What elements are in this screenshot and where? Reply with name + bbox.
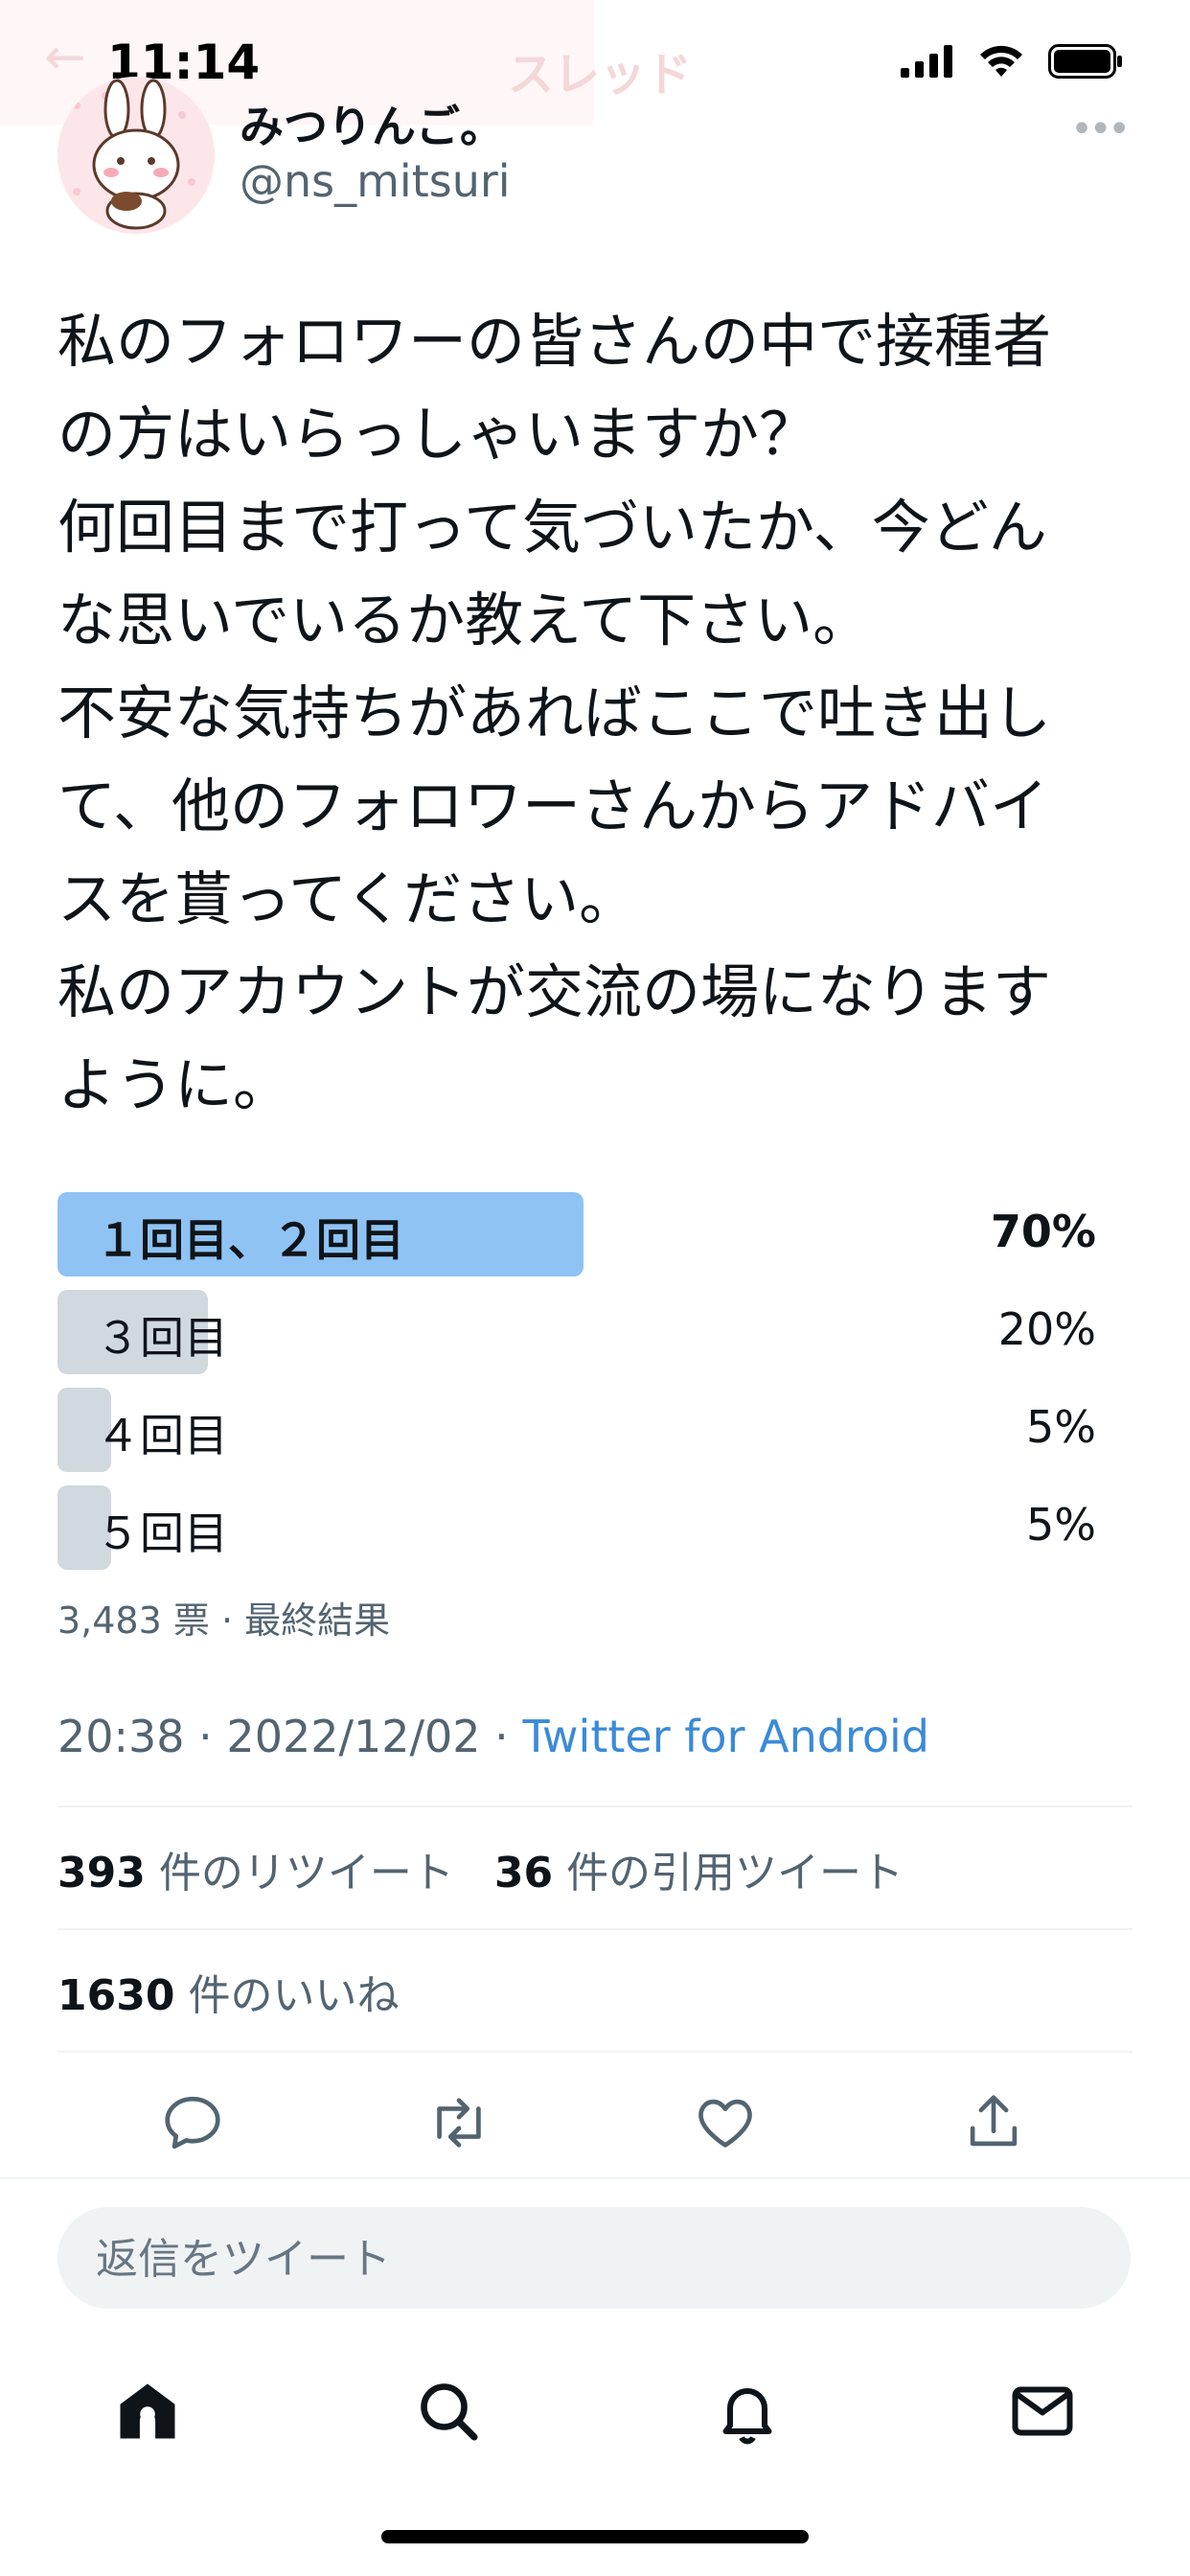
poll-option-label: ５回目 xyxy=(96,1507,228,1559)
quotes-label: 件の引用ツイート xyxy=(566,1849,904,1898)
poll-option-label: １回目、２回目 xyxy=(96,1214,404,1266)
back-arrow-icon[interactable]: ← xyxy=(44,29,86,86)
notifications-bell-icon[interactable] xyxy=(713,2377,782,2446)
bottom-tab-bar xyxy=(0,2358,1190,2463)
poll-results-meta: 3,483 票 · 最終結果 xyxy=(57,1599,391,1642)
divider xyxy=(57,1928,1133,1930)
retweets-stat[interactable]: 393 件のリツイート xyxy=(57,1849,454,1898)
timestamp-date: 20:38 · 2022/12/02 · xyxy=(57,1711,523,1762)
likes-label: 件のいいね xyxy=(188,1971,400,2020)
tweet-timestamp: 20:38 · 2022/12/02 · Twitter for Android xyxy=(57,1711,929,1762)
poll-option-percent: 70% xyxy=(990,1206,1096,1257)
search-icon[interactable] xyxy=(414,2377,483,2446)
divider xyxy=(57,1806,1133,1807)
cellular-signal-icon xyxy=(901,45,952,78)
retweets-label: 件のリツイート xyxy=(158,1849,454,1898)
divider xyxy=(57,2051,1133,2053)
reply-composer[interactable] xyxy=(57,2207,1131,2311)
poll-option: ３回目 20% xyxy=(57,1290,1096,1374)
divider xyxy=(0,2177,1190,2179)
poll-option-label: ３回目 xyxy=(96,1312,228,1364)
poll-option: ５回目 5% xyxy=(57,1485,1096,1570)
tweet-action-bar xyxy=(0,2070,1190,2166)
faded-header-title: スレッド xyxy=(508,48,693,102)
poll-option: ４回目 5% xyxy=(57,1388,1096,1472)
bunny-avatar-icon xyxy=(57,77,215,234)
likes-count: 1630 xyxy=(57,1971,175,2020)
wifi-icon xyxy=(980,45,1022,77)
home-icon[interactable] xyxy=(113,2377,182,2446)
source-link[interactable]: Twitter for Android xyxy=(522,1711,929,1762)
reply-icon[interactable] xyxy=(159,2089,226,2156)
retweet-icon[interactable] xyxy=(425,2089,492,2156)
reply-input[interactable] xyxy=(94,2207,1056,2311)
avatar[interactable] xyxy=(57,77,215,234)
author-handle[interactable]: @ns_mitsuri xyxy=(240,155,511,207)
likes-stat[interactable]: 1630 件のいいね xyxy=(57,1961,399,2022)
share-icon[interactable] xyxy=(960,2089,1027,2156)
poll-option-percent: 5% xyxy=(1026,1401,1096,1453)
poll-option-percent: 5% xyxy=(1026,1499,1096,1551)
poll-option-percent: 20% xyxy=(997,1303,1096,1355)
quotes-stat[interactable]: 36 件の引用ツイート xyxy=(494,1849,904,1898)
poll: １回目、２回目 70% ３回目 20% ４回目 5% ５回目 5% xyxy=(57,1192,1096,1583)
poll-option: １回目、２回目 70% xyxy=(57,1192,1096,1276)
more-options-icon[interactable]: ••• xyxy=(1070,107,1131,151)
messages-envelope-icon[interactable] xyxy=(1008,2377,1077,2446)
author-display-name[interactable]: みつりんご。 xyxy=(240,92,504,155)
retweet-quote-stats: 393 件のリツイート 36 件の引用ツイート xyxy=(57,1838,904,1899)
poll-option-label: ４回目 xyxy=(96,1410,228,1461)
battery-icon xyxy=(1048,44,1122,79)
tweet-text: 私のフォロワーの皆さんの中で接種者 の方はいらっしゃいますか？ 何回目まで打って… xyxy=(57,308,1052,1119)
retweets-count: 393 xyxy=(57,1849,146,1898)
home-indicator xyxy=(381,2530,809,2543)
like-heart-icon[interactable] xyxy=(692,2089,759,2156)
status-icons xyxy=(901,44,1125,79)
quotes-count: 36 xyxy=(493,1849,554,1898)
